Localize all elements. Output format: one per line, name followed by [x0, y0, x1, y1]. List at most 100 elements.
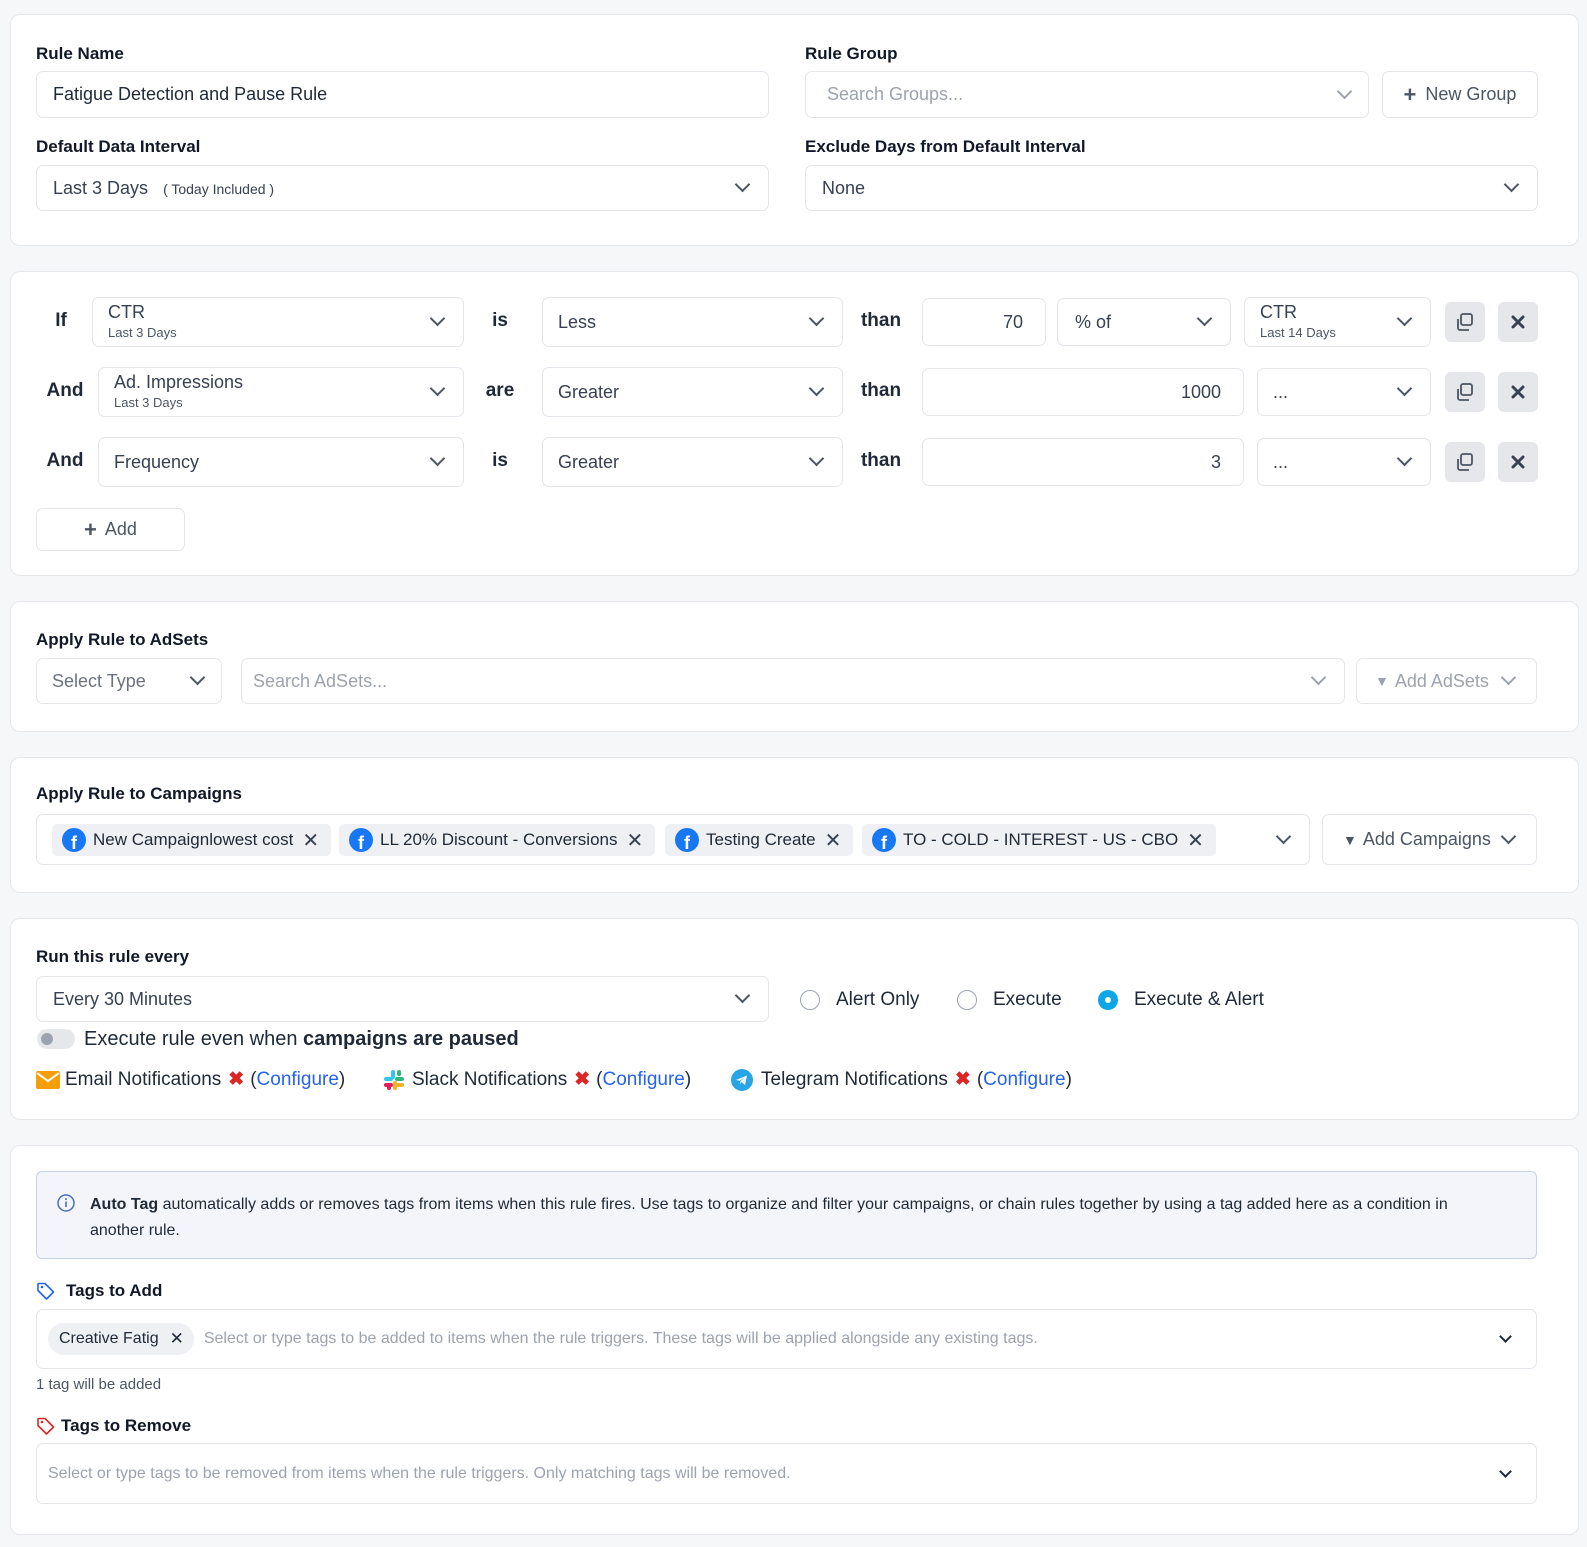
exclude-days-label: Exclude Days from Default Interval — [805, 137, 1086, 156]
campaign-chip: f Testing Create ✕ — [665, 824, 854, 856]
facebook-icon: f — [349, 828, 373, 852]
condition-mode-select[interactable]: ... — [1257, 438, 1431, 486]
disabled-x-icon: ✖ — [954, 1069, 971, 1090]
facebook-icon: f — [675, 828, 699, 852]
condition-compare-metric-select[interactable]: CTR Last 14 Days — [1244, 297, 1431, 347]
new-group-button[interactable]: + New Group — [1382, 71, 1538, 118]
adset-type-select[interactable]: Select Type — [36, 658, 222, 704]
radio-label: Alert Only — [836, 989, 920, 1010]
rule-group-select[interactable]: Search Groups... — [805, 71, 1369, 118]
condition-value-input[interactable]: 1000 — [922, 368, 1244, 416]
radio-label: Execute & Alert — [1134, 989, 1264, 1010]
tag-icon — [37, 1282, 55, 1300]
add-campaigns-button[interactable]: ▼ Add Campaigns — [1322, 814, 1537, 865]
condition-operator-select[interactable]: Greater — [542, 437, 843, 487]
autotag-info-box: Auto Tag automatically adds or removes t… — [36, 1171, 1537, 1259]
tags-to-remove-input[interactable]: Select or type tags to be removed from i… — [36, 1443, 1537, 1504]
campaigns-multiselect[interactable]: f New Campaignlowest cost ✕ f LL 20% Dis… — [36, 814, 1310, 865]
chevron-down-icon — [1500, 669, 1517, 686]
duplicate-condition-button[interactable] — [1445, 302, 1485, 342]
rule-group-label: Rule Group — [805, 44, 898, 63]
tags-to-remove-label: Tags to Remove — [61, 1416, 192, 1435]
plus-icon: + — [84, 516, 97, 542]
condition-connector: And — [46, 380, 84, 401]
condition-verb: are — [485, 380, 515, 401]
condition-operator-select[interactable]: Greater — [542, 367, 843, 417]
condition-verb: is — [492, 310, 508, 331]
close-icon — [1511, 315, 1525, 329]
interval-note: ( Today Included ) — [163, 180, 275, 197]
condition-connector: If — [55, 310, 67, 331]
remove-condition-button[interactable] — [1498, 442, 1538, 482]
facebook-icon: f — [872, 828, 896, 852]
radio-execute[interactable] — [957, 990, 977, 1010]
schedule-label: Run this rule every — [36, 947, 190, 966]
radio-execute-and-alert[interactable] — [1098, 990, 1118, 1010]
remove-condition-button[interactable] — [1498, 372, 1538, 412]
rule-basics-card: Rule Name Fatigue Detection and Pause Ru… — [10, 14, 1579, 246]
condition-metric-select[interactable]: CTR Last 3 Days — [92, 297, 464, 347]
autotag-info-text: Auto Tag automatically adds or removes t… — [90, 1196, 1448, 1239]
adsets-card: Apply Rule to AdSets Select Type Search … — [10, 601, 1579, 732]
autotag-card: Auto Tag automatically adds or removes t… — [10, 1145, 1579, 1535]
condition-value-input[interactable]: 70 — [922, 298, 1046, 346]
duplicate-condition-button[interactable] — [1445, 442, 1485, 482]
chevron-down-icon — [429, 380, 446, 397]
configure-slack-link[interactable]: Configure — [602, 1069, 684, 1091]
add-adsets-button[interactable]: ▼ Add AdSets — [1356, 658, 1537, 704]
remove-chip-icon[interactable]: ✕ — [302, 828, 319, 853]
tag-chip: Creative Fatig ✕ — [48, 1323, 194, 1355]
filter-icon: ▼ — [1375, 673, 1389, 689]
close-icon — [1511, 385, 1525, 399]
add-condition-button[interactable]: + Add — [36, 508, 185, 551]
adsets-label: Apply Rule to AdSets — [36, 630, 209, 649]
interval-label: Default Data Interval — [36, 137, 201, 156]
disabled-x-icon: ✖ — [228, 1069, 245, 1090]
condition-mode-select[interactable]: % of — [1057, 298, 1231, 346]
campaigns-label: Apply Rule to Campaigns — [36, 784, 242, 803]
condition-verb: is — [492, 450, 508, 471]
chevron-down-icon — [1396, 310, 1413, 327]
slack-notifications: Slack Notifications ✖(Configure) — [383, 1068, 691, 1091]
tags-to-add-label: Tags to Add — [66, 1281, 163, 1300]
close-icon — [1511, 455, 1525, 469]
condition-metric-select[interactable]: Ad. Impressions Last 3 Days — [98, 367, 464, 417]
campaign-chip: f New Campaignlowest cost ✕ — [52, 824, 332, 856]
rule-name-label: Rule Name — [36, 44, 124, 63]
remove-chip-icon[interactable]: ✕ — [627, 828, 644, 853]
configure-telegram-link[interactable]: Configure — [983, 1069, 1065, 1091]
remove-chip-icon[interactable]: ✕ — [825, 828, 842, 853]
conditions-card: If CTR Last 3 Days is Less than 70 % of C… — [10, 271, 1579, 576]
info-icon — [57, 1194, 75, 1212]
condition-than: than — [860, 380, 902, 401]
condition-connector: And — [46, 450, 84, 471]
schedule-card: Run this rule every Every 30 Minutes Ale… — [10, 918, 1579, 1120]
duplicate-condition-button[interactable] — [1445, 372, 1485, 412]
chevron-down-icon — [1275, 828, 1292, 844]
exclude-days-select[interactable]: None — [805, 165, 1538, 211]
remove-condition-button[interactable] — [1498, 302, 1538, 342]
disabled-x-icon: ✖ — [574, 1069, 591, 1090]
remove-tag-icon[interactable]: ✕ — [170, 1329, 184, 1349]
interval-select[interactable]: Last 3 Days ( Today Included ) — [36, 165, 769, 211]
tags-to-add-input[interactable]: Creative Fatig ✕ Select or type tags to … — [36, 1309, 1537, 1369]
filter-icon: ▼ — [1343, 831, 1357, 848]
chevron-down-icon — [1499, 1464, 1512, 1478]
condition-value-input[interactable]: 3 — [922, 438, 1244, 486]
tag-remove-icon — [37, 1417, 55, 1435]
copy-icon — [1457, 313, 1473, 331]
schedule-frequency-select[interactable]: Every 30 Minutes — [36, 976, 769, 1022]
paused-toggle-label: Execute rule even when campaigns are pau… — [84, 1028, 519, 1050]
campaign-chip: f TO - COLD - INTEREST - US - CBO ✕ — [862, 824, 1216, 856]
condition-mode-select[interactable]: ... — [1257, 368, 1431, 416]
condition-operator-select[interactable]: Less — [542, 297, 843, 347]
radio-alert-only[interactable] — [800, 990, 820, 1010]
rule-name-input[interactable]: Fatigue Detection and Pause Rule — [36, 71, 769, 118]
tags-count-text: 1 tag will be added — [36, 1376, 162, 1393]
configure-email-link[interactable]: Configure — [257, 1069, 339, 1091]
paused-toggle[interactable] — [37, 1029, 75, 1049]
condition-metric-select[interactable]: Frequency — [98, 437, 464, 487]
remove-chip-icon[interactable]: ✕ — [1187, 828, 1204, 853]
condition-than: than — [860, 310, 902, 331]
adset-search-input[interactable]: Search AdSets... — [241, 658, 1345, 704]
